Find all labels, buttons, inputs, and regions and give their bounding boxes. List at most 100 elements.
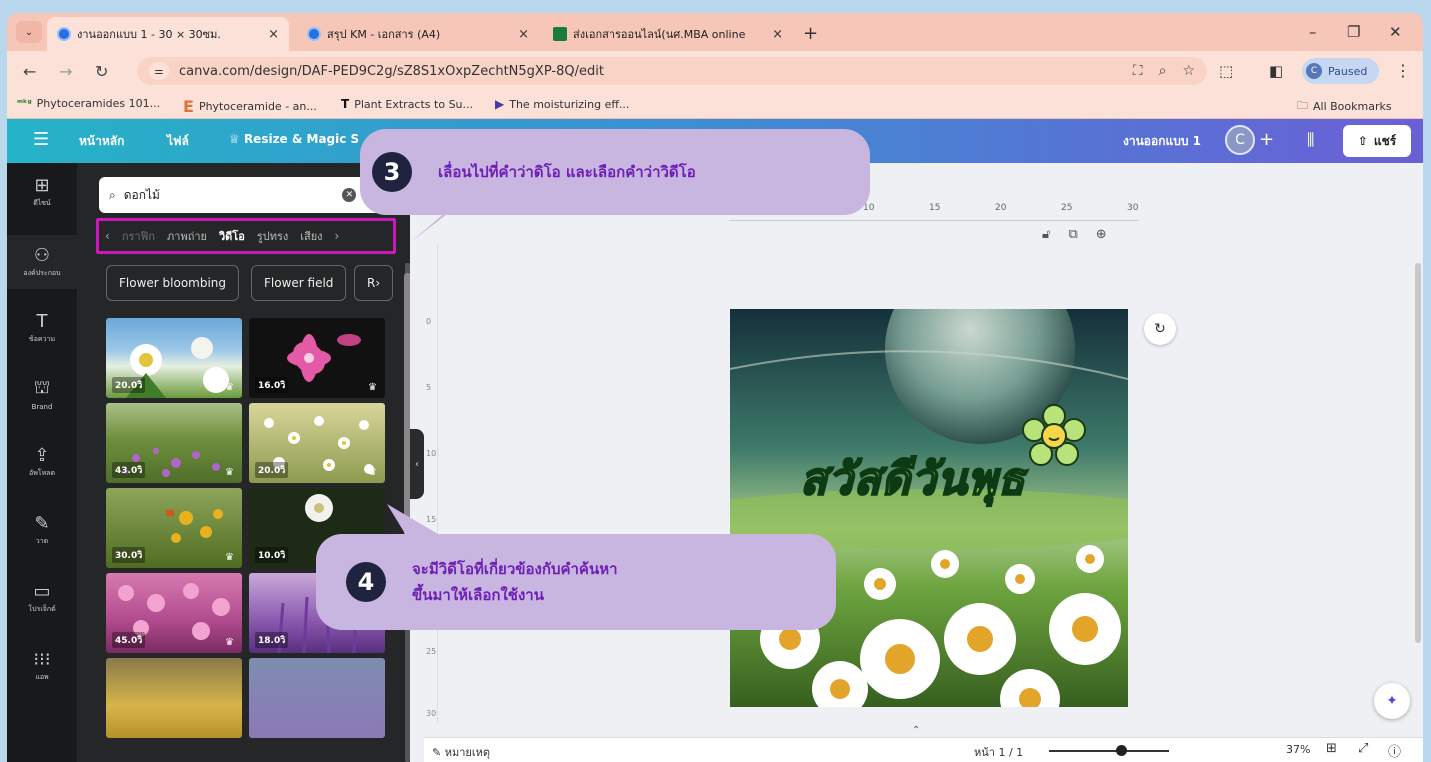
close-icon[interactable]: × (268, 27, 279, 42)
tab-search-button[interactable]: ⌄ (16, 21, 42, 43)
close-icon[interactable]: × (518, 27, 529, 42)
video-thumbnail[interactable] (249, 658, 385, 738)
video-thumbnail[interactable] (106, 658, 242, 738)
suggestion-chip[interactable]: Flower bloombing (106, 265, 240, 301)
sidebar-item-design[interactable]: ⊞ ดีไซน์ (7, 175, 77, 209)
zoom-level[interactable]: 37% (1286, 743, 1310, 756)
menu-icon[interactable]: ☰ (33, 129, 49, 150)
file-menu[interactable]: ไฟล์ (167, 132, 189, 151)
design-name[interactable]: งานออกแบบ 1 (1123, 132, 1201, 151)
sidebar-item-brand[interactable]: ⛫ Brand (7, 377, 77, 411)
extensions-icon[interactable]: ⬚ (1219, 62, 1233, 80)
grid-view-icon[interactable]: ⊞ (1326, 741, 1337, 756)
vertical-ruler: 0 5 10 15 20 25 30 (424, 243, 438, 723)
page-indicator[interactable]: หน้า 1 / 1 (974, 743, 1023, 761)
category-highlight-box (96, 218, 396, 254)
resize-menu[interactable]: ♕ Resize & Magic S (229, 132, 359, 146)
premium-icon: ♛ (225, 382, 234, 393)
all-bookmarks-button[interactable]: 🗀 All Bookmarks (1297, 97, 1392, 116)
share-button[interactable]: ⇧ แชร์ (1343, 125, 1411, 157)
url-input[interactable]: ⚌ canva.com/design/DAF-PED9C2g/sZ8S1xOxp… (137, 57, 1207, 85)
add-collaborator-button[interactable]: + (1259, 129, 1274, 150)
profile-button[interactable]: C Paused (1302, 58, 1380, 84)
forward-icon[interactable]: → (59, 62, 72, 81)
tab-km-doc[interactable]: สรุป KM - เอกสาร (A4) × (297, 17, 539, 51)
zoom-slider-handle[interactable] (1116, 745, 1127, 756)
sidebar-item-uploads[interactable]: ⇪ อัพโหลด (7, 445, 77, 479)
video-thumbnail[interactable]: 20.0วิ ♛ (249, 403, 385, 483)
premium-icon: ♛ (368, 467, 377, 478)
home-menu[interactable]: หน้าหลัก (79, 132, 124, 151)
close-icon[interactable]: × (772, 27, 783, 42)
avatar[interactable]: C (1225, 125, 1255, 155)
reload-icon[interactable]: ↻ (95, 62, 108, 81)
zoom-icon[interactable]: ⌕ (1159, 63, 1167, 79)
back-icon[interactable]: ← (23, 62, 36, 81)
notes-button[interactable]: ✎ หมายเหตุ (432, 743, 490, 761)
suggestion-chip[interactable]: R › (354, 265, 394, 301)
video-thumbnail[interactable]: 20.0วิ ♛ (106, 318, 242, 398)
premium-icon: ♛ (225, 552, 234, 563)
video-thumbnail[interactable]: 43.0วิ ♛ (106, 403, 242, 483)
bookmark-item[interactable]: ▶ The moisturizing eff... (495, 97, 629, 111)
ruler-label: 5 (426, 383, 432, 392)
insights-icon[interactable]: ⫼ (1307, 130, 1314, 150)
clear-search-icon[interactable]: ✕ (342, 188, 357, 202)
chevron-up-icon[interactable]: ⌃ (912, 725, 920, 736)
bookmark-item[interactable]: ᵐᵏᵍ Phytoceramides 101... (17, 97, 160, 110)
video-thumbnail[interactable]: 16.0วิ ♛ (249, 318, 385, 398)
premium-icon: ♛ (225, 467, 234, 478)
sidebar-item-draw[interactable]: ✎ วาด (7, 513, 77, 547)
folder-icon: ▭ (33, 581, 51, 602)
restore-icon[interactable]: ❐ (1347, 23, 1360, 41)
refresh-icon[interactable]: ↻ (1144, 313, 1176, 345)
sidebar-item-apps[interactable]: ⁝⁝⁝ แอพ (7, 649, 77, 683)
design-page[interactable]: สวัสดีวันพุธ (730, 309, 1128, 707)
chevron-right-icon: › (375, 276, 381, 290)
url-text: canva.com/design/DAF-PED9C2g/sZ8S1xOxpZe… (179, 63, 604, 79)
search-input[interactable]: ⌕ ดอกไม้ ✕ ☰ (99, 177, 395, 213)
minimize-icon[interactable]: – (1309, 23, 1317, 41)
flower-sticker[interactable] (1022, 404, 1086, 468)
sidebar-item-elements[interactable]: ⚇ องค์ประกอบ (7, 235, 77, 289)
bookmark-favicon: ᵐᵏᵍ (17, 98, 32, 109)
site-info-icon[interactable]: ⚌ (149, 62, 169, 80)
suggestion-chip[interactable]: Flower field (251, 265, 347, 301)
tab-design[interactable]: งานออกแบบ 1 - 30 × 30ซม. × (47, 17, 289, 51)
bookmark-item[interactable]: E Phytoceramide - an... (183, 97, 317, 116)
lock-icon[interactable]: 🔓︎ (1042, 227, 1050, 242)
video-duration: 16.0วิ (255, 377, 289, 393)
new-tab-button[interactable]: + (803, 23, 818, 44)
ruler-label: 30 (426, 709, 437, 718)
add-page-icon[interactable]: ⊕ (1096, 227, 1107, 242)
sidebar-item-text[interactable]: T ข้อความ (7, 311, 77, 345)
duplicate-icon[interactable]: ⧉ (1068, 227, 1077, 242)
video-duration: 20.0วิ (112, 377, 146, 393)
notes-icon: ✎ (432, 746, 445, 759)
zoom-slider[interactable] (1049, 750, 1169, 752)
translate-icon[interactable]: ⛶ (1133, 63, 1143, 79)
magic-sparkle-icon[interactable]: ✦ (1374, 683, 1410, 719)
video-thumbnail[interactable]: 30.0วิ ♛ (106, 488, 242, 568)
help-icon[interactable]: ⓘ (1388, 741, 1401, 760)
tab-mba-sheet[interactable]: ส่งเอกสารออนไลน์(นศ.MBA online × (543, 17, 793, 51)
star-icon[interactable]: ☆ (1182, 63, 1195, 79)
search-icon: ⌕ (109, 187, 116, 202)
window-close-icon[interactable]: ✕ (1389, 23, 1402, 41)
more-icon[interactable]: ⋮ (1395, 61, 1411, 80)
design-title-text[interactable]: สวัสดีวันพุธ (799, 444, 1026, 514)
video-duration: 43.0วิ (112, 462, 146, 478)
video-thumbnail[interactable]: 45.0วิ ♛ (106, 573, 242, 653)
sidebar-item-label: วาด (35, 537, 49, 545)
bookmark-favicon: T (341, 97, 350, 111)
share-label: แชร์ (1373, 133, 1397, 148)
fullscreen-icon[interactable]: ⤢ (1358, 741, 1368, 756)
sidebar-item-projects[interactable]: ▭ โปรเจ็กต์ (7, 581, 77, 615)
bookmark-favicon: ▶ (495, 97, 505, 111)
sidepanel-icon[interactable]: ◧ (1269, 62, 1283, 80)
step-number: 4 (346, 562, 386, 602)
bookmark-item[interactable]: T Plant Extracts to Su... (341, 97, 473, 111)
collapse-panel-button[interactable]: ‹ (410, 429, 424, 499)
page-toolbar: 🔓︎ ⧉ ⊕ (1042, 227, 1107, 242)
workspace-scrollbar[interactable] (1415, 263, 1421, 643)
